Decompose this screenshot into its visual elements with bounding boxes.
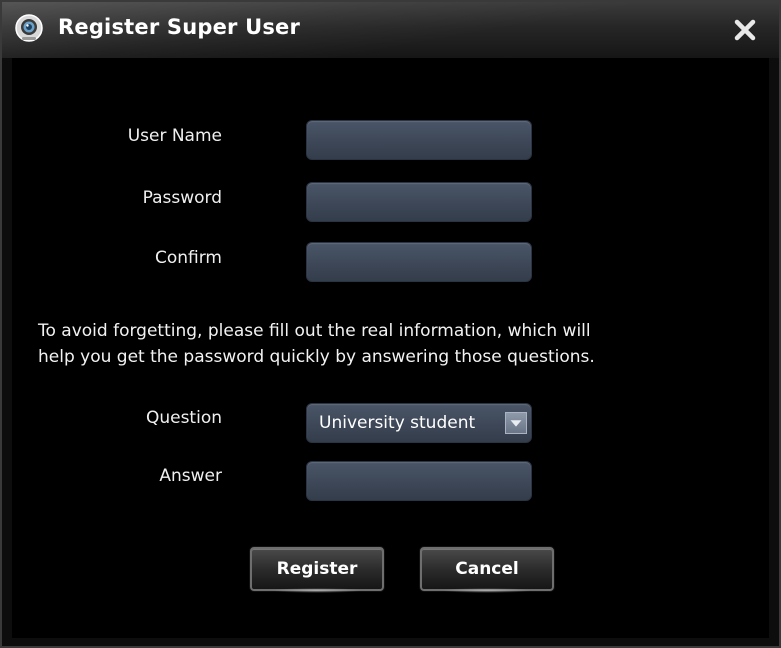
question-label: Question [145, 408, 222, 428]
cancel-button-glow [442, 588, 532, 593]
answer-label: Answer [159, 466, 222, 486]
register-button-label: Register [276, 559, 358, 579]
answer-input[interactable] [307, 462, 531, 500]
register-button[interactable]: Register [250, 547, 384, 593]
register-super-user-dialog: Register Super User User Name Password C… [0, 0, 781, 648]
confirm-input[interactable] [307, 243, 531, 281]
confirm-label: Confirm [154, 248, 222, 268]
title-bar[interactable]: Register Super User [2, 2, 779, 58]
user-name-label: User Name [127, 126, 222, 146]
cancel-button[interactable]: Cancel [420, 547, 554, 593]
register-button-glow [272, 588, 362, 593]
close-icon[interactable] [730, 15, 760, 45]
question-selected-value: University student [319, 413, 476, 433]
notice-line-2: help you get the password quickly by ans… [38, 347, 595, 367]
password-field[interactable] [306, 182, 532, 222]
notice-line-1: To avoid forgetting, please fill out the… [38, 321, 591, 341]
dropdown-arrow-icon[interactable] [505, 412, 527, 434]
dialog-title: Register Super User [58, 15, 301, 39]
password-input[interactable] [307, 183, 531, 221]
password-label: Password [142, 188, 222, 208]
security-notice: To avoid forgetting, please fill out the… [38, 318, 748, 370]
question-select[interactable]: University student [306, 403, 532, 443]
user-name-field[interactable] [306, 120, 532, 160]
cancel-button-label: Cancel [455, 559, 519, 579]
user-name-input[interactable] [307, 121, 531, 159]
confirm-field[interactable] [306, 242, 532, 282]
answer-field[interactable] [306, 461, 532, 501]
camera-icon [15, 14, 43, 42]
